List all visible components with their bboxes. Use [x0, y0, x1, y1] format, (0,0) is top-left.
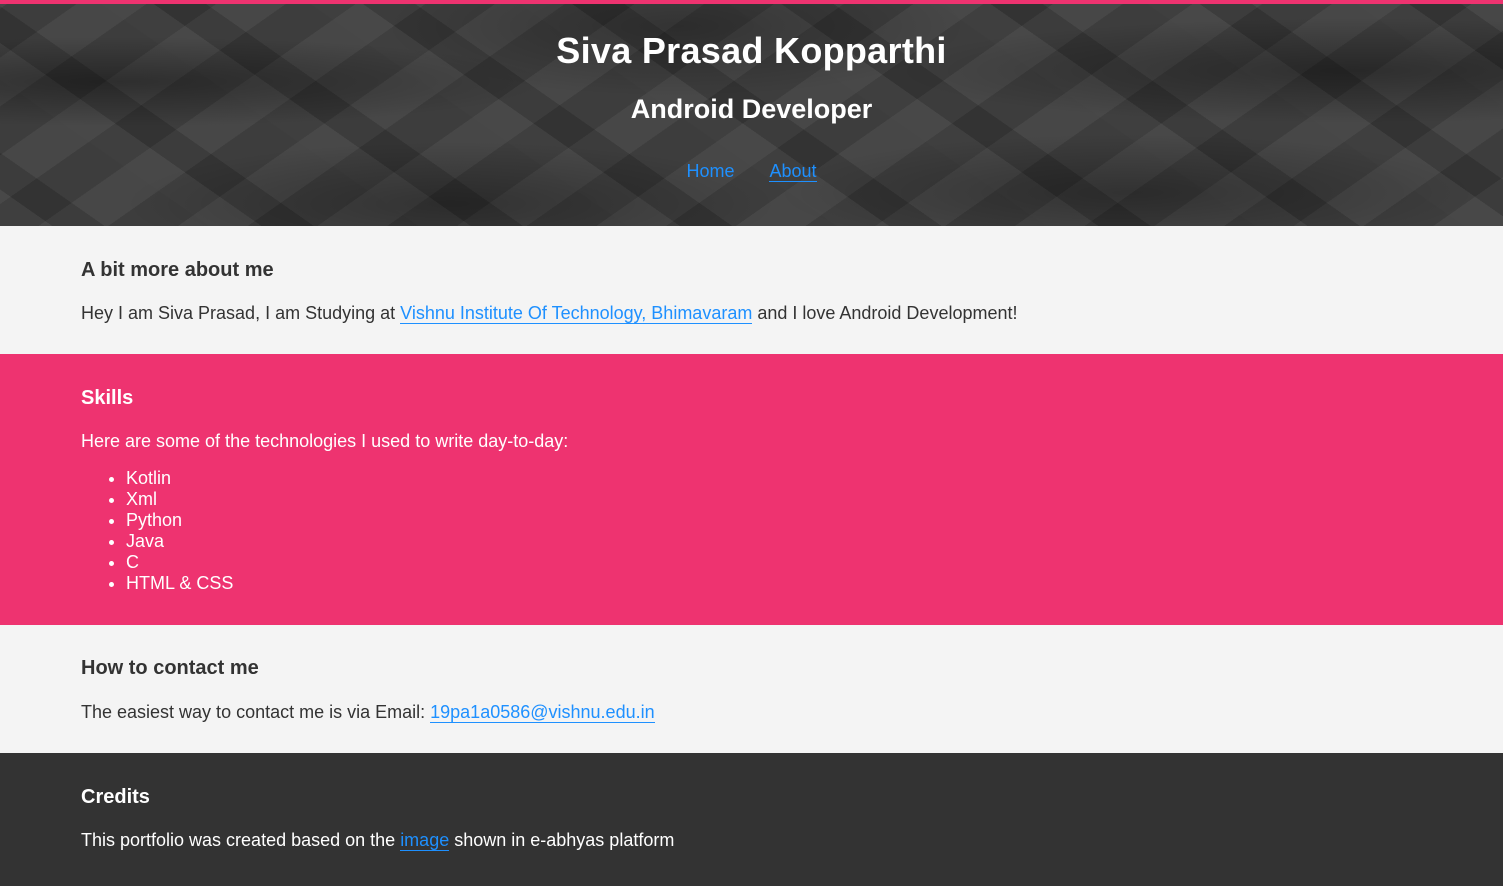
- about-section: A bit more about me Hey I am Siva Prasad…: [0, 226, 1503, 354]
- credits-section: Credits This portfolio was created based…: [0, 753, 1503, 886]
- nav-link-about[interactable]: About: [769, 161, 817, 182]
- nav-link-home[interactable]: Home: [686, 161, 734, 181]
- main-nav: Home About: [0, 125, 1503, 182]
- skills-intro: Here are some of the technologies I used…: [81, 431, 569, 451]
- about-text: Hey I am Siva Prasad, I am Studying at V…: [81, 282, 1422, 324]
- contact-section: How to contact me The easiest way to con…: [0, 625, 1503, 753]
- image-link[interactable]: image: [400, 830, 450, 851]
- skill-item: HTML & CSS: [126, 573, 1422, 594]
- site-header: Siva Prasad Kopparthi Android Developer …: [0, 0, 1503, 226]
- credits-heading: Credits: [81, 786, 150, 808]
- credits-text: This portfolio was created based on the …: [81, 809, 1422, 851]
- skill-item: C: [126, 552, 1422, 573]
- skills-heading: Skills: [81, 387, 134, 409]
- credits-text-before: This portfolio was created based on the: [81, 830, 401, 850]
- skill-item: Java: [126, 531, 1422, 552]
- credits-text-after: shown in e-abhyas platform: [449, 830, 675, 850]
- contact-text-before: The easiest way to contact me is via Ema…: [81, 702, 431, 722]
- skill-item: Kotlin: [126, 468, 1422, 489]
- email-link[interactable]: 19pa1a0586@vishnu.edu.in: [430, 702, 655, 723]
- college-link[interactable]: Vishnu Institute Of Technology, Bhimavar…: [400, 303, 753, 324]
- about-text-before: Hey I am Siva Prasad, I am Studying at: [81, 303, 401, 323]
- skill-item: Python: [126, 510, 1422, 531]
- about-heading: A bit more about me: [81, 259, 274, 281]
- contact-heading: How to contact me: [81, 657, 259, 679]
- skill-item: Xml: [126, 489, 1422, 510]
- site-title: Siva Prasad Kopparthi: [556, 30, 947, 71]
- skills-list: Kotlin Xml Python Java C HTML & CSS: [81, 468, 1422, 594]
- contact-text: The easiest way to contact me is via Ema…: [81, 680, 1422, 723]
- skills-section: Skills Here are some of the technologies…: [0, 354, 1503, 625]
- site-subtitle: Android Developer: [630, 94, 873, 124]
- about-text-after: and I love Android Development!: [752, 303, 1018, 323]
